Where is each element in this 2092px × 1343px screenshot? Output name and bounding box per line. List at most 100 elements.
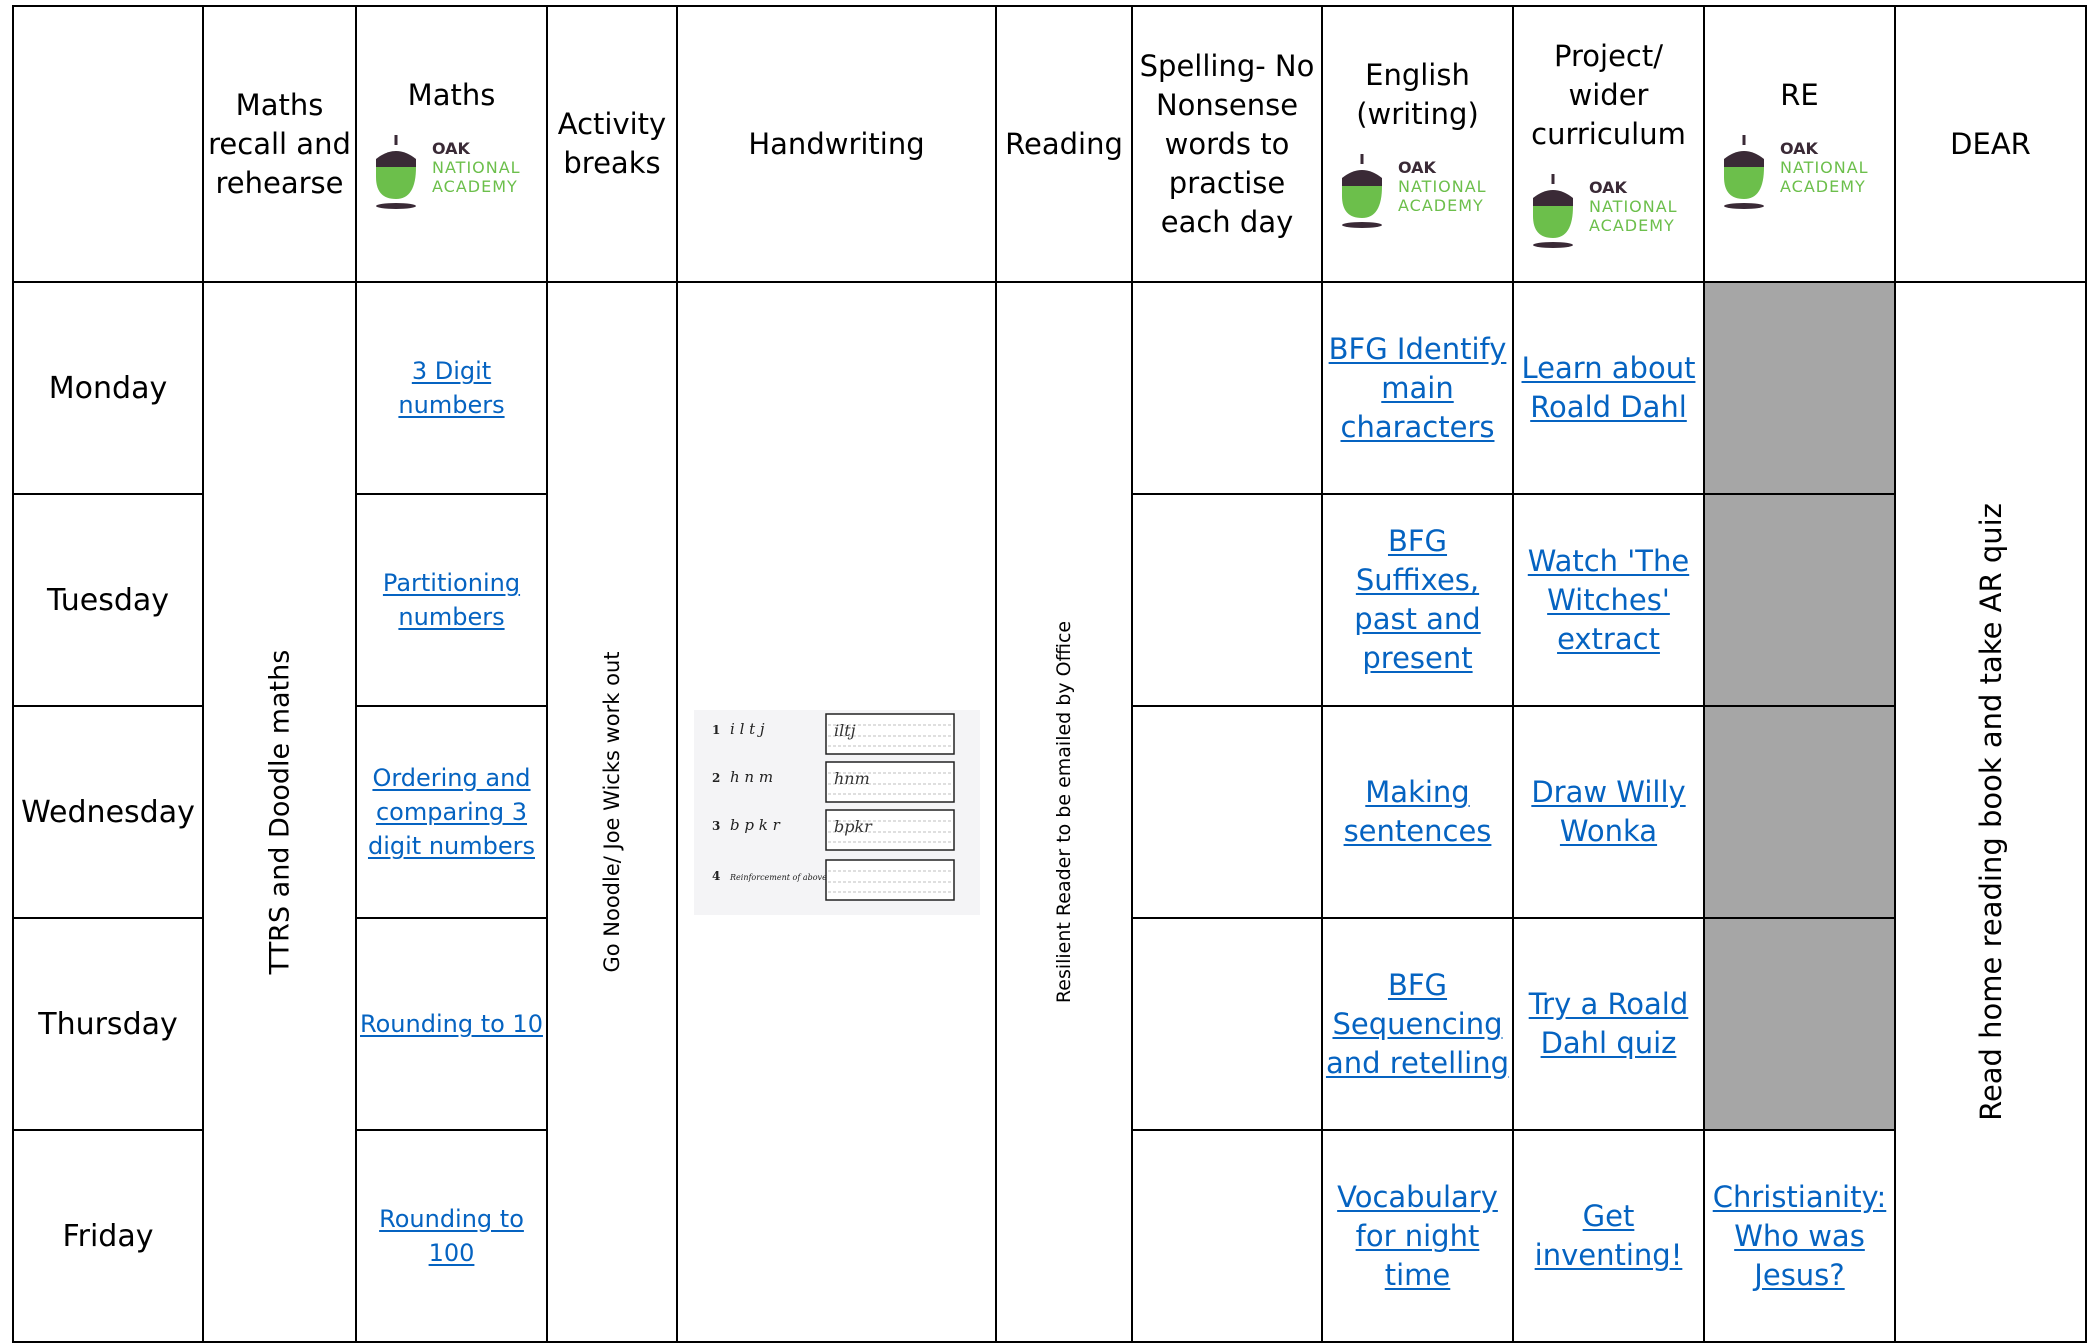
svg-text:h n m: h n m xyxy=(730,768,773,786)
header-dear: DEAR xyxy=(1894,5,2087,283)
reading-cell: Resilient Reader to be emailed by Office xyxy=(995,281,1133,1343)
re-lesson-link[interactable]: Christianity: Who was Jesus? xyxy=(1713,1180,1887,1292)
svg-text:iltj: iltj xyxy=(834,721,856,740)
day-label: Wednesday xyxy=(12,705,204,919)
project-lesson-link[interactable]: Watch 'The Witches' extract xyxy=(1528,544,1689,656)
svg-text:NATIONAL: NATIONAL xyxy=(1780,158,1869,177)
svg-text:OAK: OAK xyxy=(432,139,471,158)
english-cell: BFG Sequencing and retelling xyxy=(1321,917,1514,1131)
svg-text:ACADEMY: ACADEMY xyxy=(1589,216,1675,235)
svg-text:ACADEMY: ACADEMY xyxy=(1398,196,1484,215)
oak-national-academy-logo: OAK NATIONAL ACADEMY xyxy=(1532,173,1678,248)
svg-text:i l t j: i l t j xyxy=(730,720,765,738)
english-lesson-link[interactable]: BFG Sequencing and retelling xyxy=(1326,968,1509,1080)
maths-lesson-link[interactable]: Rounding to 10 xyxy=(360,1010,543,1038)
maths-recall-text: TTRS and Doodle maths xyxy=(264,649,295,975)
re-cell: Christianity: Who was Jesus? xyxy=(1703,1129,1896,1343)
re-cell-empty xyxy=(1703,493,1896,707)
svg-text:2: 2 xyxy=(712,771,720,785)
header-project: Project/ wider curriculum OAK NATIONAL A… xyxy=(1512,5,1705,283)
header-handwriting: Handwriting xyxy=(676,5,997,283)
day-label: Friday xyxy=(12,1129,204,1343)
svg-text:NATIONAL: NATIONAL xyxy=(432,158,521,177)
project-lesson-link[interactable]: Get inventing! xyxy=(1535,1199,1683,1272)
svg-text:OAK: OAK xyxy=(1589,178,1628,197)
header-re: RE OAK NATIONAL ACADEMY xyxy=(1703,5,1896,283)
svg-text:hnm: hnm xyxy=(834,769,870,788)
header-row: Maths recall and rehearse Maths OAK NATI… xyxy=(12,5,2087,283)
oak-national-academy-logo: OAK NATIONAL ACADEMY xyxy=(1723,134,1869,209)
svg-text:ACADEMY: ACADEMY xyxy=(1780,177,1866,196)
project-lesson-link[interactable]: Try a Roald Dahl quiz xyxy=(1529,987,1689,1060)
project-lesson-link[interactable]: Draw Willy Wonka xyxy=(1531,775,1685,848)
project-cell: Try a Roald Dahl quiz xyxy=(1512,917,1705,1131)
header-maths-recall: Maths recall and rehearse xyxy=(202,5,357,283)
english-cell: Making sentences xyxy=(1321,705,1514,919)
maths-lesson-link[interactable]: Partitioning numbers xyxy=(383,569,520,631)
reading-text: Resilient Reader to be emailed by Office xyxy=(1053,620,1075,1004)
corner-cell xyxy=(12,5,204,283)
english-lesson-link[interactable]: BFG Suffixes, past and present xyxy=(1354,524,1480,675)
day-label: Thursday xyxy=(12,917,204,1131)
spelling-cell xyxy=(1131,917,1323,1131)
handwriting-worksheet-image: 1 i l t j 2 h n m 3 b p k r 4 Reinforcem… xyxy=(693,709,980,915)
maths-cell: Ordering and comparing 3 digit numbers xyxy=(355,705,548,919)
svg-text:3: 3 xyxy=(712,819,720,833)
maths-cell: Partitioning numbers xyxy=(355,493,548,707)
spelling-cell xyxy=(1131,493,1323,707)
svg-text:OAK: OAK xyxy=(1398,158,1437,177)
weekly-timetable: Maths recall and rehearse Maths OAK NATI… xyxy=(12,5,2087,1343)
svg-text:ACADEMY: ACADEMY xyxy=(432,177,518,196)
re-cell-empty xyxy=(1703,705,1896,919)
project-cell: Watch 'The Witches' extract xyxy=(1512,493,1705,707)
english-cell: Vocabulary for night time xyxy=(1321,1129,1514,1343)
english-cell: BFG Identify main characters xyxy=(1321,281,1514,495)
svg-text:4: 4 xyxy=(712,869,720,883)
english-lesson-link[interactable]: Making sentences xyxy=(1344,775,1492,848)
re-cell-empty xyxy=(1703,917,1896,1131)
spelling-cell xyxy=(1131,705,1323,919)
dear-text: Read home reading book and take AR quiz xyxy=(1973,503,2008,1121)
project-cell: Draw Willy Wonka xyxy=(1512,705,1705,919)
oak-national-academy-logo: OAK NATIONAL ACADEMY xyxy=(1341,154,1487,228)
project-cell: Learn about Roald Dahl xyxy=(1512,281,1705,495)
svg-text:b p k r: b p k r xyxy=(730,816,781,834)
header-reading: Reading xyxy=(995,5,1133,283)
day-label: Monday xyxy=(12,281,204,495)
svg-text:bpkr: bpkr xyxy=(834,817,873,836)
svg-text:OAK: OAK xyxy=(1780,139,1819,158)
svg-text:1: 1 xyxy=(712,723,720,737)
svg-text:NATIONAL: NATIONAL xyxy=(1589,197,1678,216)
dear-cell: Read home reading book and take AR quiz xyxy=(1894,281,2087,1343)
project-lesson-link[interactable]: Learn about Roald Dahl xyxy=(1522,351,1696,424)
svg-text:NATIONAL: NATIONAL xyxy=(1398,177,1487,196)
activity-text: Go Noodle/ Joe Wicks work out xyxy=(600,651,624,973)
re-cell-empty xyxy=(1703,281,1896,495)
maths-lesson-link[interactable]: Rounding to 100 xyxy=(379,1205,524,1267)
header-re-label: RE xyxy=(1780,77,1819,112)
header-english-label: English (writing) xyxy=(1356,58,1479,131)
maths-lesson-link[interactable]: 3 Digit numbers xyxy=(398,357,504,419)
header-project-label: Project/ wider curriculum xyxy=(1531,38,1686,151)
english-lesson-link[interactable]: Vocabulary for night time xyxy=(1337,1180,1498,1292)
day-row-monday: Monday TTRS and Doodle maths 3 Digit num… xyxy=(12,281,2087,1343)
maths-cell: Rounding to 10 xyxy=(355,917,548,1131)
english-lesson-link[interactable]: BFG Identify main characters xyxy=(1329,332,1507,444)
header-maths: Maths OAK NATIONAL ACADEMY xyxy=(355,5,548,283)
maths-cell: Rounding to 100 xyxy=(355,1129,548,1343)
oak-national-academy-logo: OAK NATIONAL ACADEMY xyxy=(375,134,521,209)
day-label: Tuesday xyxy=(12,493,204,707)
handwriting-cell: 1 i l t j 2 h n m 3 b p k r 4 Reinforcem… xyxy=(676,281,997,1343)
activity-cell: Go Noodle/ Joe Wicks work out xyxy=(546,281,678,1343)
header-maths-label: Maths xyxy=(407,77,496,112)
header-activity: Activity breaks xyxy=(546,5,678,283)
header-english: English (writing) OAK NATIONAL ACADEMY xyxy=(1321,5,1514,283)
spelling-cell xyxy=(1131,1129,1323,1343)
svg-text:Reinforcement of above: Reinforcement of above xyxy=(729,873,827,882)
maths-lesson-link[interactable]: Ordering and comparing 3 digit numbers xyxy=(368,764,535,860)
project-cell: Get inventing! xyxy=(1512,1129,1705,1343)
maths-cell: 3 Digit numbers xyxy=(355,281,548,495)
english-cell: BFG Suffixes, past and present xyxy=(1321,493,1514,707)
spelling-cell xyxy=(1131,281,1323,495)
header-spelling: Spelling- No Nonsense words to practise … xyxy=(1131,5,1323,283)
